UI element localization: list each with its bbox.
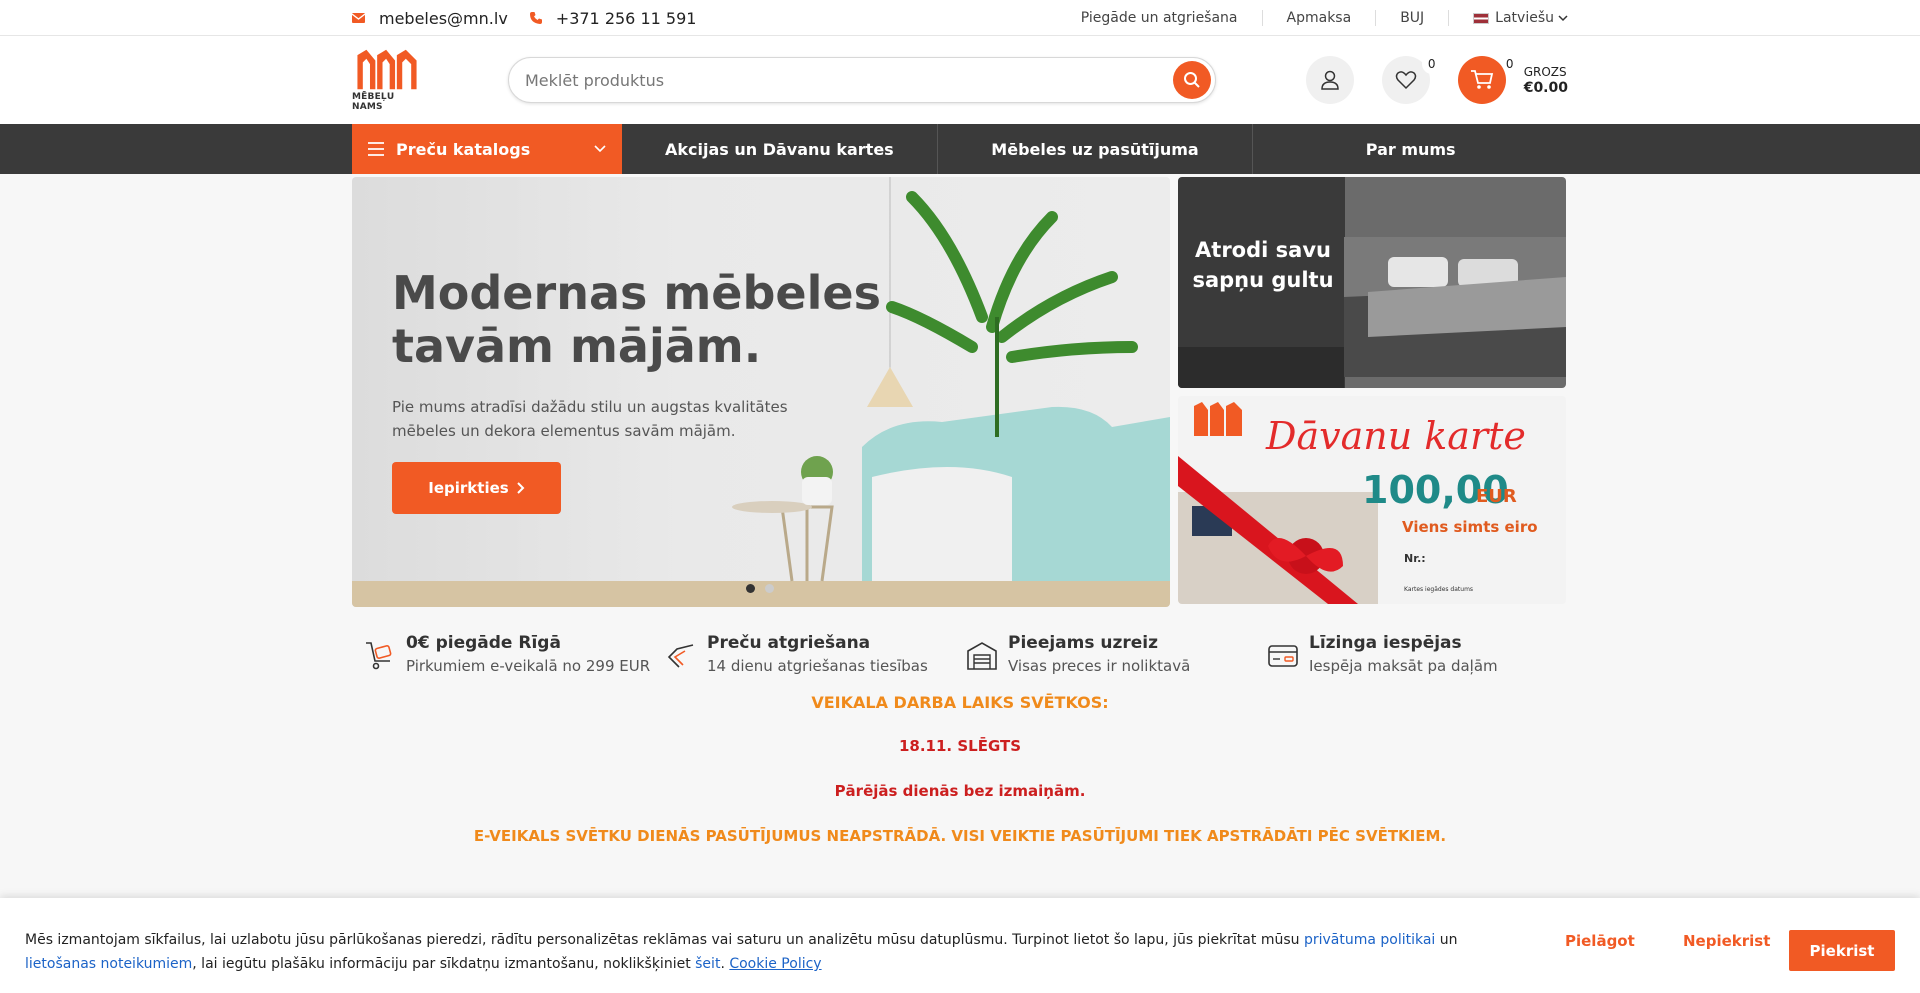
holiday-notice-other-days: Pārējās dienās bez izmaiņām. [834, 782, 1086, 800]
cookie-text-a: Mēs izmantojam sīkfailus, lai uzlabotu j… [25, 932, 1304, 948]
language-label: Latviešu [1495, 10, 1554, 26]
latvia-flag-icon [1473, 12, 1490, 24]
heart-icon [1395, 71, 1416, 90]
feature-title: 0€ piegāde Rīgā [406, 633, 561, 653]
phone-text[interactable]: +371 256 11 591 [556, 9, 697, 28]
search-button[interactable] [1173, 61, 1211, 99]
cookie-text-b: un [1435, 932, 1458, 948]
shop-now-button[interactable]: Iepirkties [392, 462, 561, 514]
privacy-policy-link[interactable]: privātuma politikai [1304, 932, 1435, 948]
return-arrow-icon [667, 644, 694, 668]
feature-title: Pieejams uzreiz [1008, 633, 1159, 653]
holiday-notice-heading: VEIKALA DARBA LAIKS SVĒTKOS: [811, 693, 1109, 712]
cart-label: GROZS [1523, 65, 1567, 79]
nav-item-custom-furniture[interactable]: Mēbeles uz pasūtījuma [938, 124, 1254, 174]
feature-subtitle: 14 dienu atgriešanas tiesības [707, 657, 928, 675]
slider-dots [746, 584, 784, 593]
holiday-notice-closed: 18.11. SLĒGTS [898, 737, 1022, 755]
warehouse-icon [967, 642, 997, 670]
search-bar [508, 57, 1216, 103]
features-row: 0€ piegāde Rīgā Pirkumiem e-veikalā no 29… [352, 633, 1568, 675]
gift-card-date-label: Kartes iegādes datums [1404, 586, 1474, 593]
cookie-banner: Mēs izmantojam sīkfailus, lai uzlabotu j… [0, 898, 1920, 993]
gift-card-currency: EUR [1476, 486, 1517, 507]
cookie-customize-button[interactable]: Pielāgot [1565, 932, 1635, 950]
logo-text: MĒBEĻU NAMS [352, 92, 395, 112]
link-payment[interactable]: Apmaksa [1263, 10, 1377, 26]
cookie-text-c: , lai iegūtu plašāku informāciju par sīk… [192, 956, 696, 972]
gift-card-number-label: Nr.: [1404, 552, 1426, 565]
hero-text: Pie mums atradīsi dažādu stilu un augsta… [392, 398, 788, 440]
bed-banner[interactable]: Atrodi savu sapņu gultu [1178, 177, 1566, 388]
site-header: MĒBEĻU NAMS 0 0 GROZS €0.00 [0, 36, 1920, 124]
email-contact[interactable]: mebeles@mn.lv [352, 9, 508, 28]
search-input[interactable] [509, 70, 1173, 90]
main-nav: Preču katalogs Akcijas un Dāvanu kartes … [0, 124, 1920, 174]
cookie-policy-link[interactable]: Cookie Policy [729, 956, 821, 972]
slider-dot-1[interactable] [746, 584, 755, 593]
feature-title: Līzinga iespējas [1309, 633, 1462, 653]
cart-count: 0 [1505, 57, 1514, 71]
feature-subtitle: Iespēja maksāt pa daļām [1309, 657, 1498, 675]
chevron-down-icon [594, 145, 606, 153]
catalog-label: Preču katalogs [396, 139, 531, 159]
hero-title: Modernas mēbeles tavām mājām. [392, 266, 881, 373]
feature-subtitle: Visas preces ir noliktavā [1008, 657, 1191, 675]
link-faq[interactable]: BUJ [1376, 10, 1450, 26]
terms-link[interactable]: lietošanas noteikumiem [25, 956, 192, 972]
chevron-right-icon [516, 482, 525, 494]
cookie-text-d: . [720, 956, 730, 972]
cookie-reject-button[interactable]: Nepiekrist [1683, 932, 1770, 950]
gift-card-banner[interactable]: Dāvanu karte 100,00 EUR Viens simts eiro… [1178, 396, 1566, 604]
search-icon [1184, 72, 1200, 88]
language-selector[interactable]: Latviešu [1449, 10, 1568, 26]
feature-title: Preču atgriešana [707, 633, 871, 653]
nav-item-promotions[interactable]: Akcijas un Dāvanu kartes [622, 124, 938, 174]
cookie-text: Mēs izmantojam sīkfailus, lai uzlabotu j… [25, 928, 1475, 976]
logo-mark-icon [357, 49, 417, 90]
user-icon [1320, 70, 1339, 90]
phone-icon [529, 12, 542, 24]
cart-button[interactable]: 0 [1457, 56, 1514, 104]
wishlist-count: 0 [1421, 54, 1442, 74]
bed-banner-title: Atrodi savu sapņu gultu [1192, 238, 1334, 292]
shop-now-label: Iepirkties [428, 479, 509, 497]
cookie-accept-button[interactable]: Piekrist [1789, 930, 1895, 971]
logo[interactable]: MĒBEĻU NAMS [352, 48, 422, 112]
email-icon [352, 13, 365, 23]
email-text[interactable]: mebeles@mn.lv [379, 9, 508, 28]
hero-image [352, 177, 1170, 607]
here-link[interactable]: šeit [695, 956, 720, 972]
chevron-down-icon [1558, 15, 1568, 22]
gift-card-words: Viens simts eiro [1402, 518, 1538, 536]
feature-subtitle: Pirkumiem e-veikalā no 299 EUR [406, 657, 651, 675]
link-delivery-returns[interactable]: Piegāde un atgriešana [1057, 10, 1263, 26]
holiday-notice-eshop: E-VEIKALS SVĒTKU DIENĀS PASŪTĪJUMUS NEAP… [473, 827, 1447, 845]
cart-total: €0.00 [1523, 80, 1568, 96]
cart-icon [1470, 70, 1493, 89]
top-bar: mebeles@mn.lv +371 256 11 591 Piegāde un… [0, 0, 1920, 36]
gift-card-title: Dāvanu karte [1266, 414, 1526, 458]
feature-delivery: 0€ piegāde Rīgā Pirkumiem e-veikalā no 29… [364, 633, 665, 675]
feature-availability: Pieejams uzreiz Visas preces ir noliktavā [966, 633, 1267, 675]
feature-returns: Preču atgriešana 14 dienu atgriešanas tie… [665, 633, 966, 675]
account-button[interactable] [1305, 56, 1354, 104]
delivery-cart-icon [366, 642, 392, 670]
feature-leasing: Līzinga iespējas Iespēja maksāt pa daļām [1267, 633, 1568, 675]
hero-banner[interactable]: Modernas mēbeles tavām mājām. Pie mums a… [352, 177, 1170, 607]
slider-dot-2[interactable] [765, 584, 774, 593]
catalog-menu-button[interactable]: Preču katalogs [352, 124, 622, 174]
nav-item-about[interactable]: Par mums [1253, 124, 1568, 174]
phone-contact[interactable]: +371 256 11 591 [529, 9, 697, 28]
credit-card-icon [1268, 645, 1298, 667]
cart-summary[interactable]: GROZS €0.00 [1524, 64, 1568, 96]
wishlist-button[interactable]: 0 [1381, 54, 1442, 104]
hamburger-icon [368, 142, 384, 156]
